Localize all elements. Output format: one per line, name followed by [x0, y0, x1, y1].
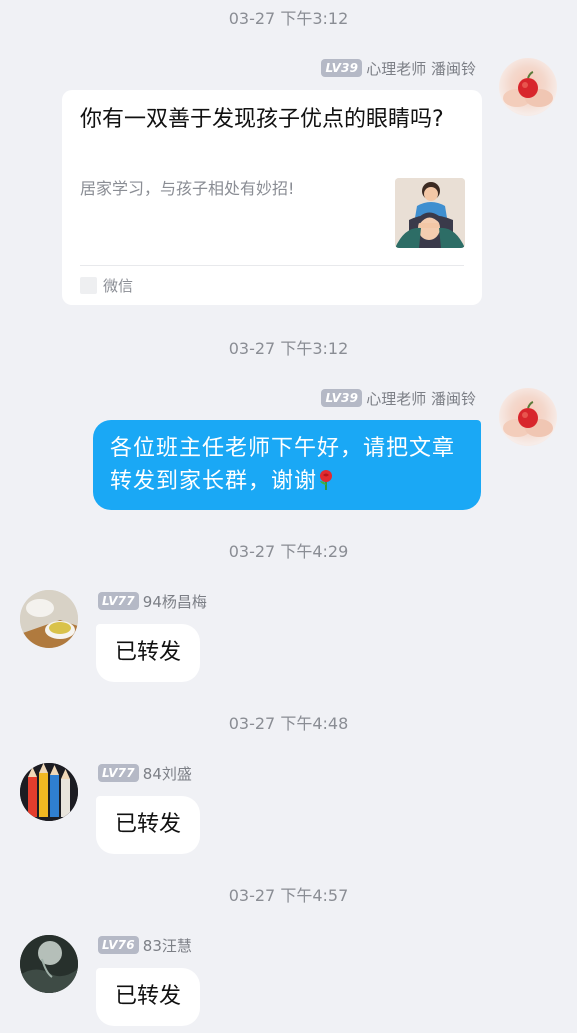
timestamp: 03-27 下午4:29 [228, 542, 349, 561]
sender-name: 心理老师 潘闽铃 [366, 389, 476, 408]
timestamp: 03-27 下午4:57 [228, 886, 349, 905]
article-title: 你有一双善于发现孩子优点的眼睛吗? [80, 107, 444, 132]
timestamp: 03-27 下午3:12 [228, 339, 349, 358]
timestamp: 03-27 下午4:48 [228, 714, 349, 733]
level-badge: LV76 [98, 936, 139, 954]
level-badge: LV77 [98, 764, 139, 782]
article-description: 居家学习，与孩子相处有妙招! [80, 179, 295, 198]
apple-hands-avatar[interactable] [499, 388, 557, 446]
sender-name-row: LV77 84刘盛 [98, 763, 192, 783]
level-badge: LV39 [321, 389, 363, 407]
sender-name: 94杨昌梅 [142, 592, 207, 611]
message-bubble[interactable]: 各位班主任老师下午好，请把文章转发到家长群，谢谢 [93, 420, 481, 510]
dark-landscape-avatar[interactable] [20, 935, 78, 993]
sender-name: 84刘盛 [142, 764, 192, 783]
wechat-icon [80, 277, 97, 294]
sender-name: 83汪慧 [142, 936, 192, 955]
message-text: 已转发 [114, 984, 181, 1009]
level-badge: LV39 [321, 59, 363, 77]
card-divider [80, 265, 464, 266]
message-bubble[interactable]: 已转发 [96, 968, 200, 1026]
message-bubble[interactable]: 已转发 [96, 624, 200, 682]
tea-cup-avatar[interactable] [20, 590, 78, 648]
apple-hands-avatar[interactable] [499, 58, 557, 116]
colored-pencils-avatar[interactable] [20, 763, 78, 821]
card-source: 微信 [80, 275, 133, 296]
level-badge: LV77 [98, 592, 139, 610]
message-text: 各位班主任老师下午好，请把文章转发到家长群，谢谢 [110, 436, 456, 494]
message-text: 已转发 [114, 640, 181, 665]
sender-name-row: LV76 83汪慧 [98, 935, 192, 955]
message-bubble[interactable]: 已转发 [96, 796, 200, 854]
sender-name: 心理老师 潘闽铃 [366, 59, 476, 78]
sender-name-row: LV77 94杨昌梅 [98, 591, 207, 611]
sender-name-row: LV39 心理老师 潘闽铃 [321, 58, 476, 78]
rose-icon [317, 468, 335, 490]
card-source-label: 微信 [103, 277, 134, 295]
sender-name-row: LV39 心理老师 潘闽铃 [321, 388, 476, 408]
timestamp: 03-27 下午3:12 [228, 9, 349, 28]
shared-article-card[interactable]: 你有一双善于发现孩子优点的眼睛吗? 居家学习，与孩子相处有妙招! 微信 [62, 90, 482, 305]
message-text: 已转发 [114, 812, 181, 837]
article-thumbnail [395, 178, 465, 248]
